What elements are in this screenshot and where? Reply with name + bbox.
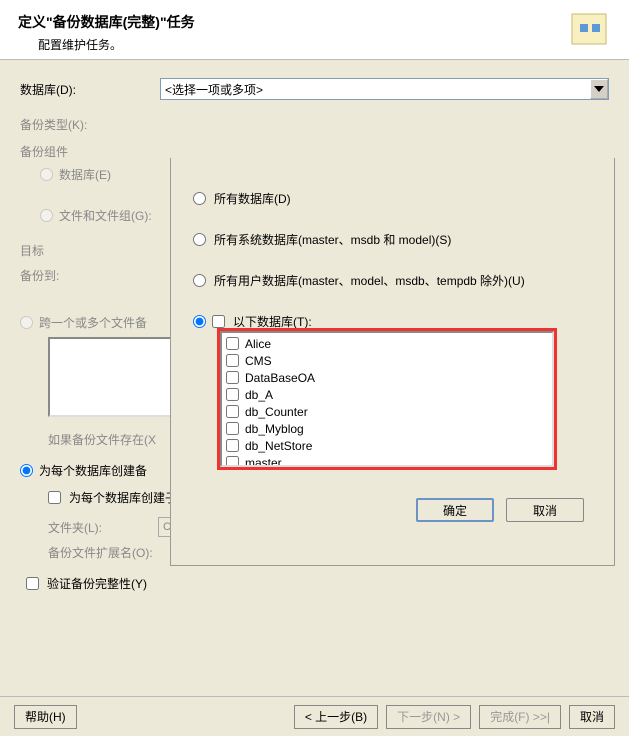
finish-button: 完成(F) >>| <box>479 705 561 729</box>
db-item-label: Alice <box>245 337 271 351</box>
radio-filegroup <box>40 209 53 222</box>
database-dropdown-panel: 所有数据库(D) 所有系统数据库(master、msdb 和 model)(S)… <box>170 158 615 566</box>
dropdown-arrow-button[interactable] <box>590 79 608 99</box>
db-item[interactable]: CMS <box>226 352 548 369</box>
db-item-label: DataBaseOA <box>245 371 315 385</box>
db-item-checkbox[interactable] <box>226 388 239 401</box>
db-item-label: db_Counter <box>245 405 308 419</box>
db-item[interactable]: master <box>226 454 548 467</box>
radio-sys-db[interactable] <box>193 233 206 246</box>
checkbox-these-db-all[interactable] <box>212 315 225 328</box>
db-item-label: db_NetStore <box>245 439 312 453</box>
backup-type-label: 备份类型(K): <box>20 116 160 133</box>
db-item[interactable]: Alice <box>226 335 548 352</box>
db-item-label: db_A <box>245 388 273 402</box>
radio-across-files <box>20 316 33 329</box>
checkbox-verify[interactable] <box>26 577 39 590</box>
help-button[interactable]: 帮助(H) <box>14 705 77 729</box>
db-item[interactable]: db_Myblog <box>226 420 548 437</box>
db-item-checkbox[interactable] <box>226 337 239 350</box>
radio-sys-db-label: 所有系统数据库(master、msdb 和 model)(S) <box>214 231 451 248</box>
db-item[interactable]: db_NetStore <box>226 437 548 454</box>
db-item-label: CMS <box>245 354 272 368</box>
database-label: 数据库(D): <box>20 81 160 98</box>
cancel-button[interactable]: 取消 <box>506 498 584 522</box>
db-item[interactable]: DataBaseOA <box>226 369 548 386</box>
radio-these-db[interactable] <box>193 315 206 328</box>
database-dropdown[interactable]: <选择一项或多项> <box>160 78 609 100</box>
radio-all-db[interactable] <box>193 192 206 205</box>
ext-label: 备份文件扩展名(O): <box>48 544 158 561</box>
db-item-checkbox[interactable] <box>226 405 239 418</box>
db-item-checkbox[interactable] <box>226 439 239 452</box>
radio-database <box>40 168 53 181</box>
backup-component-label: 备份组件 <box>20 143 160 160</box>
db-item-checkbox[interactable] <box>226 456 239 467</box>
db-item-label: db_Myblog <box>245 422 304 436</box>
db-item[interactable]: db_Counter <box>226 403 548 420</box>
ok-button[interactable]: 确定 <box>416 498 494 522</box>
radio-user-db-label: 所有用户数据库(master、model、msdb、tempdb 除外)(U) <box>214 272 525 289</box>
header-icon <box>566 8 614 52</box>
checkbox-subdir[interactable] <box>48 491 61 504</box>
destination-label: 目标 <box>20 242 160 259</box>
radio-per-db-label: 为每个数据库创建备 <box>39 462 147 479</box>
db-item-checkbox[interactable] <box>226 354 239 367</box>
page-title: 定义"备份数据库(完整)"任务 <box>18 12 611 32</box>
folder-label: 文件夹(L): <box>48 519 158 536</box>
radio-user-db[interactable] <box>193 274 206 287</box>
database-list-highlight: Alice CMS DataBaseOA db_A db_Counter db_Myblo… <box>217 328 557 470</box>
db-item-label: master <box>245 456 282 468</box>
next-button: 下一步(N) > <box>386 705 471 729</box>
page-subtitle: 配置维护任务。 <box>18 32 611 53</box>
checkbox-verify-label: 验证备份完整性(Y) <box>47 575 147 592</box>
database-list[interactable]: Alice CMS DataBaseOA db_A db_Counter db_Myblo… <box>220 331 554 467</box>
radio-all-db-label: 所有数据库(D) <box>214 190 291 207</box>
wizard-footer: 帮助(H) < 上一步(B) 下一步(N) > 完成(F) >>| 取消 <box>0 696 629 736</box>
cancel-wizard-button[interactable]: 取消 <box>569 705 615 729</box>
wizard-header: 定义"备份数据库(完整)"任务 配置维护任务。 <box>0 0 629 60</box>
back-button[interactable]: < 上一步(B) <box>294 705 378 729</box>
radio-per-db[interactable] <box>20 464 33 477</box>
radio-database-label: 数据库(E) <box>59 166 111 183</box>
db-item-checkbox[interactable] <box>226 371 239 384</box>
db-item[interactable]: db_A <box>226 386 548 403</box>
radio-filegroup-label: 文件和文件组(G): <box>59 207 152 224</box>
db-item-checkbox[interactable] <box>226 422 239 435</box>
dropdown-text: <选择一项或多项> <box>165 81 263 98</box>
radio-across-files-label: 跨一个或多个文件备 <box>39 314 147 331</box>
